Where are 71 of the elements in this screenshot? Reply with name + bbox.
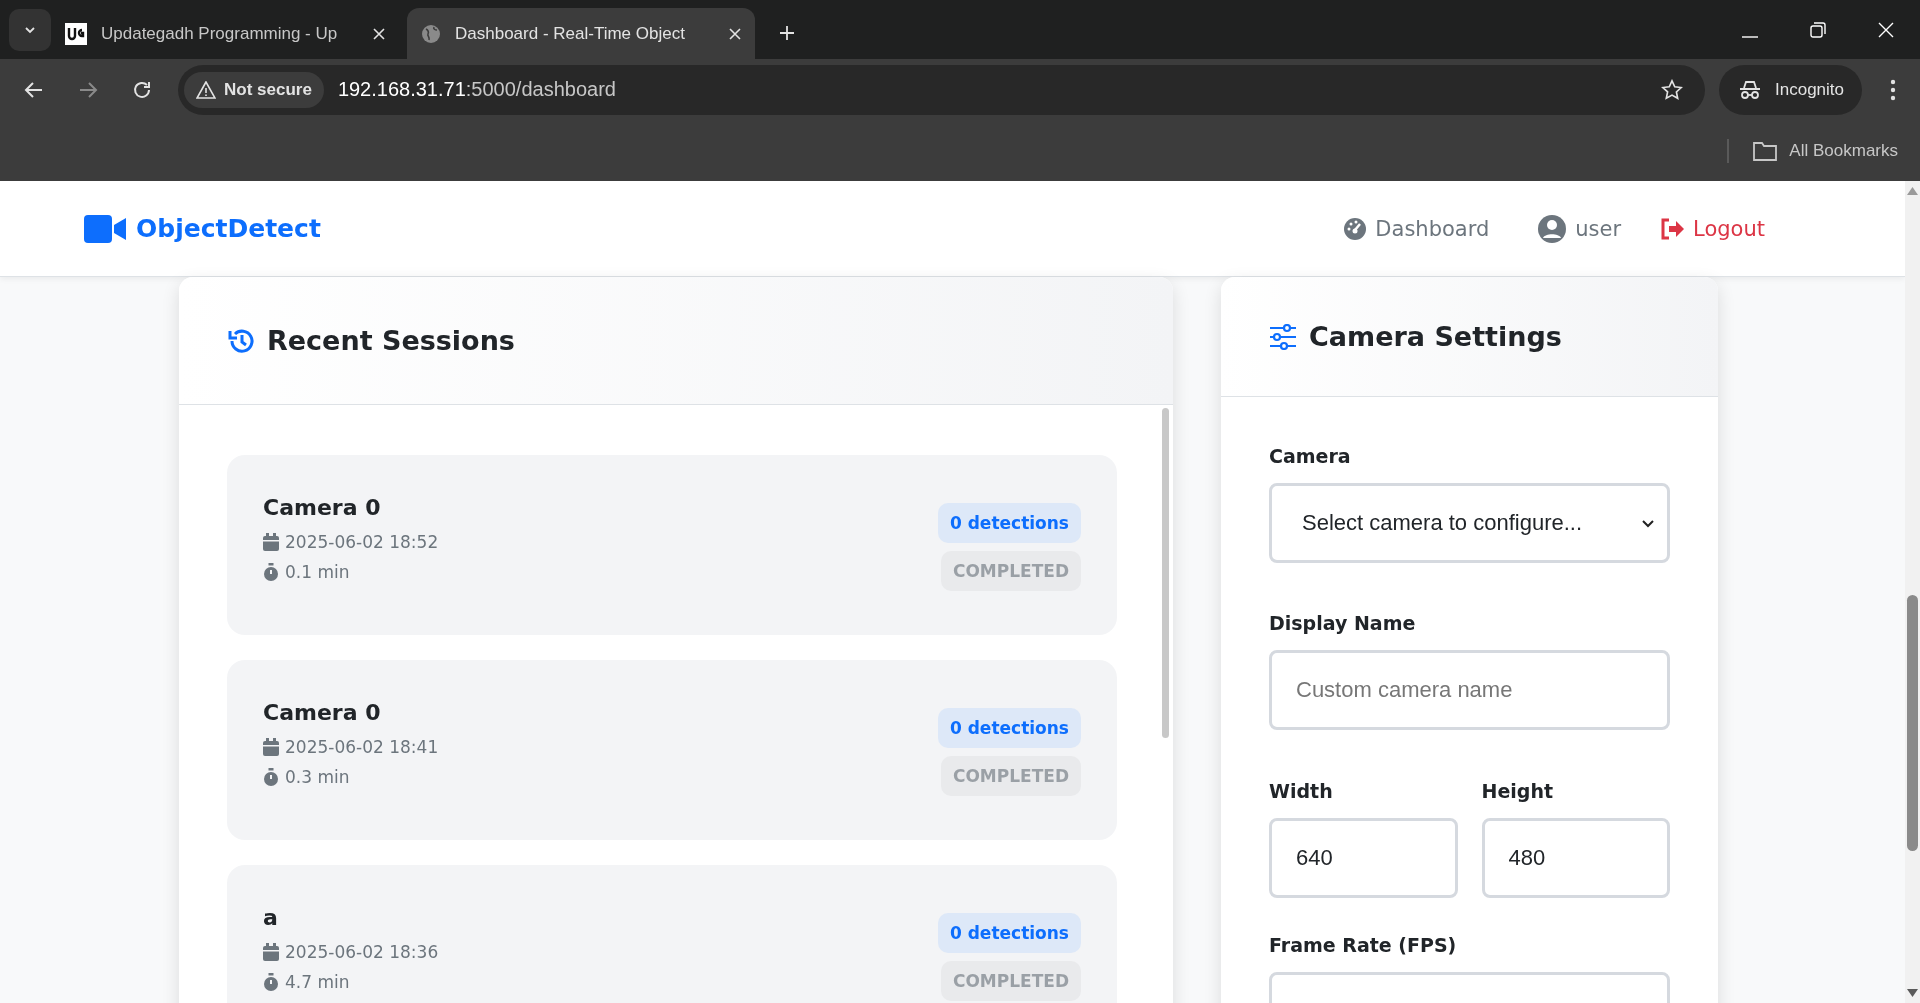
session-camera-name: Camera 0: [263, 700, 382, 725]
stopwatch-icon: [263, 973, 279, 991]
security-chip[interactable]: Not secure: [184, 71, 324, 108]
session-duration: 0.3 min: [285, 767, 350, 787]
session-card[interactable]: Camera 0 2025-06-02 18:52 0.1 min 0 detections COMPLETED: [227, 455, 1117, 635]
back-icon[interactable]: [24, 79, 44, 100]
menu-icon[interactable]: [1890, 78, 1896, 101]
session-camera-name: Camera 0: [263, 495, 382, 520]
scroll-down-icon[interactable]: [1907, 989, 1918, 997]
globe-icon: [421, 23, 441, 44]
user-avatar-icon: [1537, 213, 1568, 244]
input-field[interactable]: 480: [1481, 817, 1670, 898]
session-date: 2025-06-02 18:41: [285, 737, 439, 757]
folder-icon: [1753, 140, 1778, 161]
field-label: Width: [1269, 779, 1334, 802]
chevron-down-icon: [1641, 518, 1655, 528]
nav-link[interactable]: Dashboard: [1343, 216, 1490, 241]
stopwatch-icon: [263, 563, 279, 581]
tab-title: Updategadh Programming - Up: [101, 23, 339, 44]
sliders-icon: [1269, 323, 1297, 350]
camera-select[interactable]: Select camera to configure...: [1269, 483, 1670, 563]
warning-icon: [196, 80, 216, 99]
session-card[interactable]: Camera 0 2025-06-02 18:41 0.3 min 0 detections COMPLETED: [227, 660, 1117, 840]
status-badge: COMPLETED: [940, 756, 1081, 796]
browser-tab[interactable]: Dashboard - Real-Time Object: [407, 8, 755, 59]
brand-link[interactable]: ObjectDetect: [84, 214, 321, 243]
browser-tab[interactable]: Updategadh Programming - Up: [65, 8, 399, 59]
field-label: Camera: [1269, 445, 1352, 467]
star-icon[interactable]: [1661, 78, 1683, 101]
video-camera-icon: [84, 214, 126, 243]
session-date: 2025-06-02 18:52: [285, 532, 439, 552]
session-camera-name: a: [263, 905, 279, 930]
nav-link[interactable]: Logout: [1659, 216, 1765, 241]
logout-icon: [1659, 216, 1686, 241]
calendar-icon: [263, 943, 279, 961]
detections-badge: 0 detections: [937, 708, 1081, 748]
session-duration: 4.7 min: [285, 972, 350, 992]
gauge-icon: [1343, 216, 1368, 241]
url-text: 192.168.31.71:5000/dashboard: [337, 78, 616, 101]
scrollbar-thumb[interactable]: [1907, 595, 1918, 851]
close-icon[interactable]: [729, 27, 741, 40]
session-duration: 0.1 min: [285, 562, 350, 582]
input-field[interactable]: Custom camera name: [1269, 650, 1670, 731]
session-card[interactable]: a 2025-06-02 18:36 4.7 min 0 detections COMPLETED: [227, 865, 1117, 1003]
input-field[interactable]: 640: [1269, 817, 1458, 898]
panel-title: Recent Sessions: [267, 325, 515, 356]
reload-icon[interactable]: [132, 79, 152, 100]
nav-link[interactable]: user: [1537, 213, 1622, 244]
field-label: Display Name: [1269, 612, 1417, 635]
panel-title: Camera Settings: [1309, 321, 1562, 352]
restore-icon[interactable]: [1810, 22, 1826, 38]
incognito-button[interactable]: Incognito: [1719, 64, 1862, 115]
calendar-icon: [263, 533, 279, 551]
site-logo-icon: [65, 22, 87, 45]
field-label: Frame Rate (FPS): [1269, 933, 1458, 956]
stopwatch-icon: [263, 768, 279, 786]
forward-icon[interactable]: [78, 79, 98, 100]
scrollbar-thumb[interactable]: [1162, 408, 1169, 738]
calendar-icon: [263, 738, 279, 756]
detections-badge: 0 detections: [937, 503, 1081, 543]
close-icon[interactable]: [373, 27, 385, 40]
detections-badge: 0 detections: [937, 913, 1081, 953]
field-label: Height: [1481, 779, 1554, 802]
session-date: 2025-06-02 18:36: [285, 942, 439, 962]
status-badge: COMPLETED: [940, 961, 1081, 1001]
all-bookmarks-button[interactable]: All Bookmarks: [1753, 140, 1898, 161]
incognito-icon: [1739, 79, 1761, 100]
status-badge: COMPLETED: [940, 551, 1081, 591]
new-tab-icon[interactable]: [779, 25, 795, 41]
tab-title: Dashboard - Real-Time Object: [455, 23, 686, 44]
address-bar[interactable]: Not secure 192.168.31.71:5000/dashboard: [178, 64, 1705, 115]
